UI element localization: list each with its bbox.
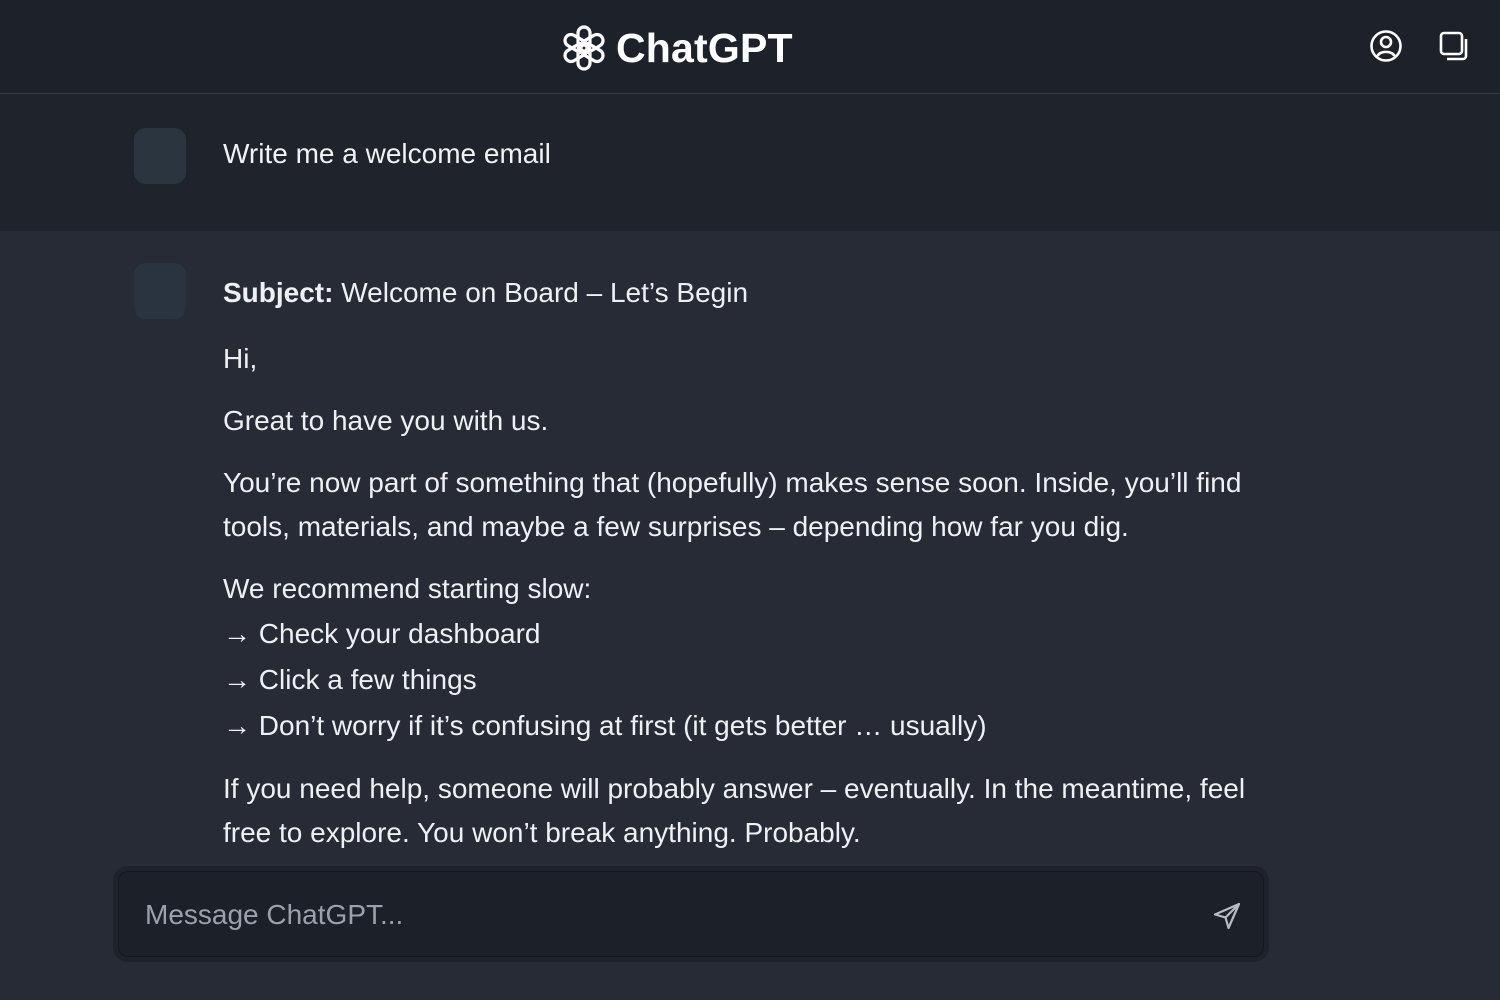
message-input[interactable] (143, 890, 1187, 940)
profile-button[interactable] (1366, 26, 1406, 66)
app-title: ChatGPT (616, 24, 793, 71)
new-chat-button[interactable] (1434, 26, 1474, 66)
send-button[interactable] (1209, 898, 1245, 934)
brand: ChatGPT (558, 20, 793, 76)
send-icon (1213, 902, 1241, 930)
new-chat-icon (1439, 31, 1468, 61)
email-paragraph-1: Great to have you with us. (223, 405, 549, 436)
email-greeting: Hi, (223, 343, 258, 374)
message-composer (118, 871, 1264, 957)
user-message-text: Write me a welcome email (223, 138, 551, 169)
assistant-message: Subject: Welcome on Board – Let’s Begin … (223, 271, 1263, 855)
email-paragraph-2: You’re now part of something that (hopef… (223, 467, 1242, 542)
user-circle-icon (1370, 30, 1402, 62)
user-message-row: Write me a welcome email (0, 94, 1500, 231)
email-list-item: → Click a few things (223, 664, 477, 695)
email-list-item: → Don’t worry if it’s confusing at first… (223, 710, 987, 741)
email-subject-line: Subject: Welcome on Board – Let’s Begin (223, 271, 1263, 315)
subject-text: Welcome on Board – Let’s Begin (341, 277, 749, 308)
email-paragraph-3: If you need help, someone will probably … (223, 773, 1246, 848)
openai-logo-icon (563, 25, 605, 71)
email-list-intro: We recommend starting slow: (223, 573, 592, 604)
assistant-avatar (134, 263, 186, 319)
user-avatar (134, 128, 186, 184)
chat-app: ChatGPT Write me a welcome email Subject… (0, 0, 1500, 1000)
top-bar: ChatGPT (0, 0, 1500, 94)
email-list-item: → Check your dashboard (223, 618, 541, 649)
subject-label: Subject: (223, 277, 334, 308)
